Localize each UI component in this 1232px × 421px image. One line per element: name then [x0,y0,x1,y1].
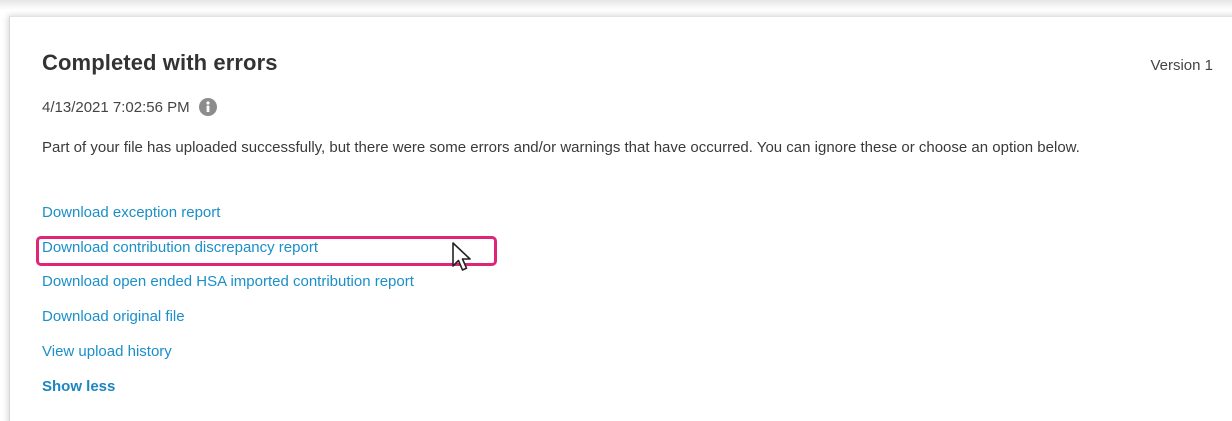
page: Completed with errors Version 1 4/13/202… [0,0,1232,421]
top-shadow [0,0,1232,10]
download-hsa-contribution-report-link[interactable]: Download open ended HSA imported contrib… [42,273,414,290]
download-original-file-link[interactable]: Download original file [42,308,185,325]
upload-status-card: Completed with errors Version 1 4/13/202… [9,16,1232,421]
view-upload-history-link[interactable]: View upload history [42,343,172,360]
upload-timestamp: 4/13/2021 7:02:56 PM [42,98,190,116]
highlight-annotation-box [36,236,497,266]
timestamp-row: 4/13/2021 7:02:56 PM [42,98,217,116]
status-title: Completed with errors [42,50,278,75]
download-exception-report-link[interactable]: Download exception report [42,204,220,221]
mouse-cursor-icon [452,242,471,271]
show-less-link[interactable]: Show less [42,378,115,395]
info-circle-icon[interactable] [198,98,217,116]
status-message: Part of your file has uploaded successfu… [42,139,1080,156]
version-label: Version 1 [1150,57,1213,74]
